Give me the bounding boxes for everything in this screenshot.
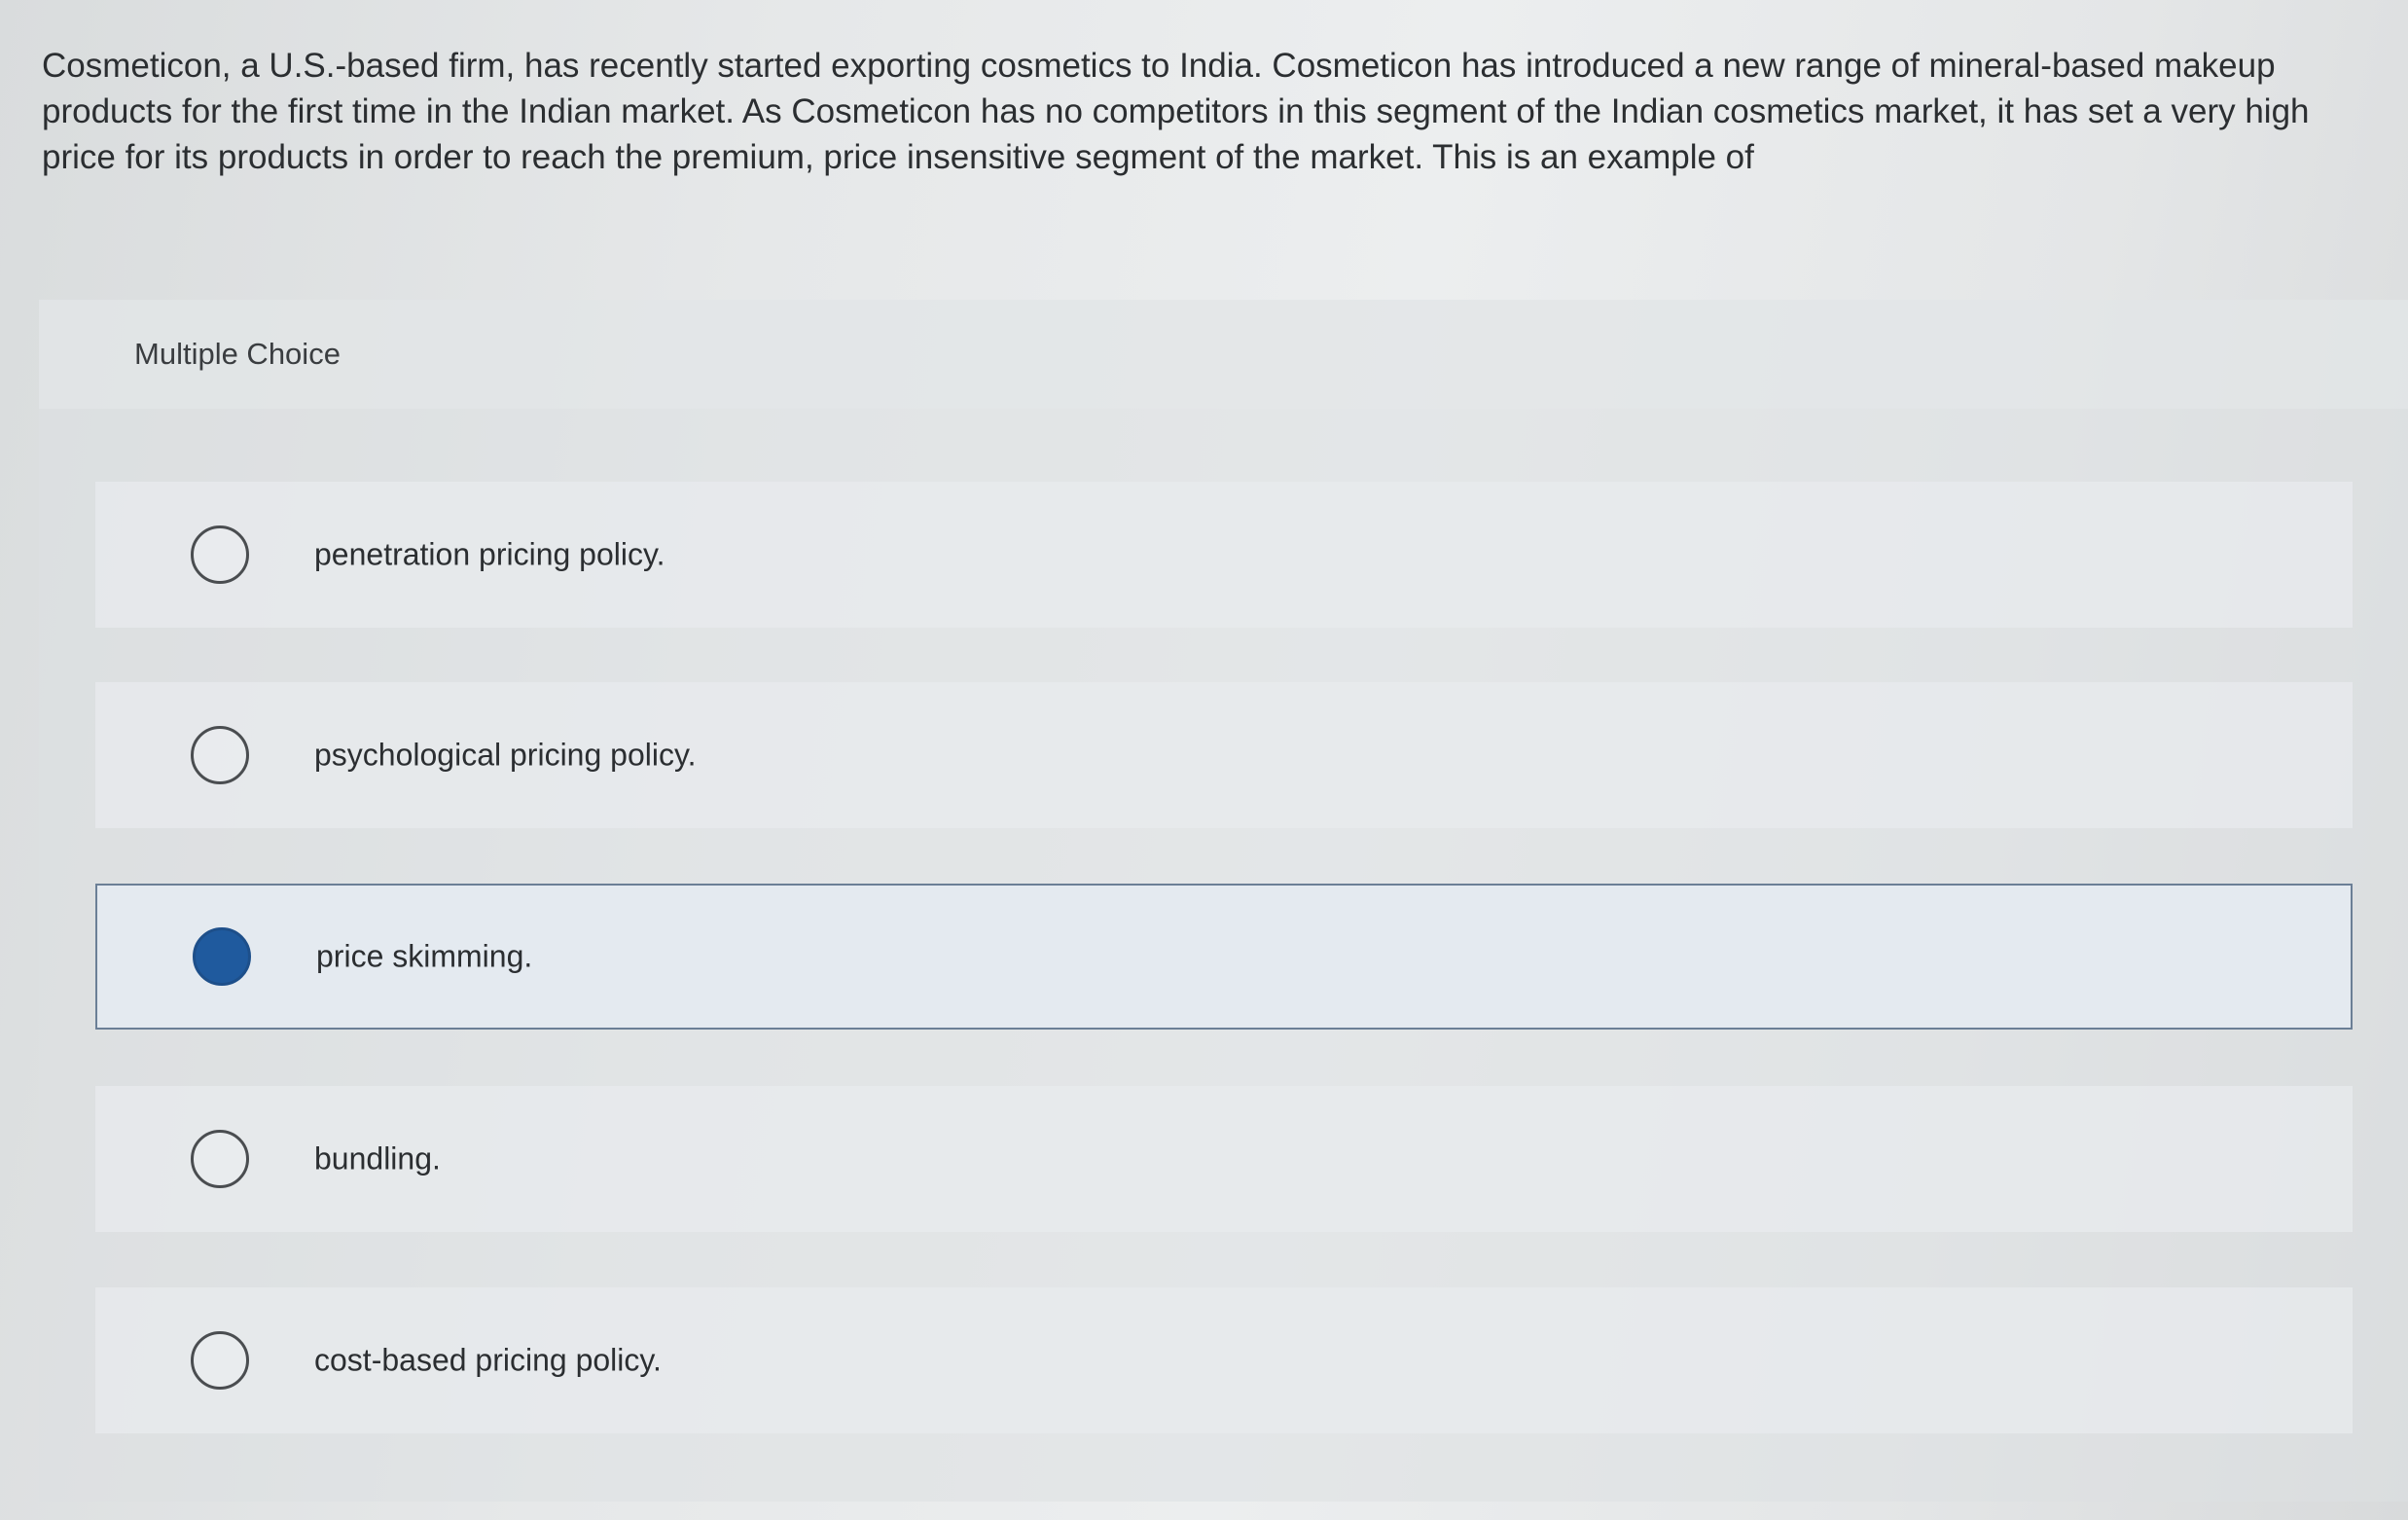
radio-button-selected[interactable]: [193, 927, 251, 986]
multiple-choice-header: Multiple Choice: [39, 300, 2408, 409]
question-text: Cosmeticon, a U.S.-based firm, has recen…: [42, 47, 2310, 176]
radio-button[interactable]: [191, 1331, 249, 1390]
option-price-skimming[interactable]: price skimming.: [95, 884, 2353, 1030]
multiple-choice-panel: Multiple Choice penetration pricing poli…: [39, 300, 2408, 1502]
radio-button[interactable]: [191, 726, 249, 784]
radio-button[interactable]: [191, 1130, 249, 1188]
multiple-choice-label: Multiple Choice: [134, 337, 341, 371]
radio-button[interactable]: [191, 525, 249, 584]
option-bundling[interactable]: bundling.: [95, 1086, 2353, 1232]
option-label: price skimming.: [316, 938, 533, 974]
option-label: bundling.: [314, 1140, 441, 1176]
option-cost-based-pricing[interactable]: cost-based pricing policy.: [95, 1287, 2353, 1433]
option-label: psychological pricing policy.: [314, 737, 697, 773]
option-psychological-pricing[interactable]: psychological pricing policy.: [95, 682, 2353, 828]
option-penetration-pricing[interactable]: penetration pricing policy.: [95, 482, 2353, 628]
option-label: penetration pricing policy.: [314, 536, 665, 572]
option-label: cost-based pricing policy.: [314, 1342, 662, 1378]
